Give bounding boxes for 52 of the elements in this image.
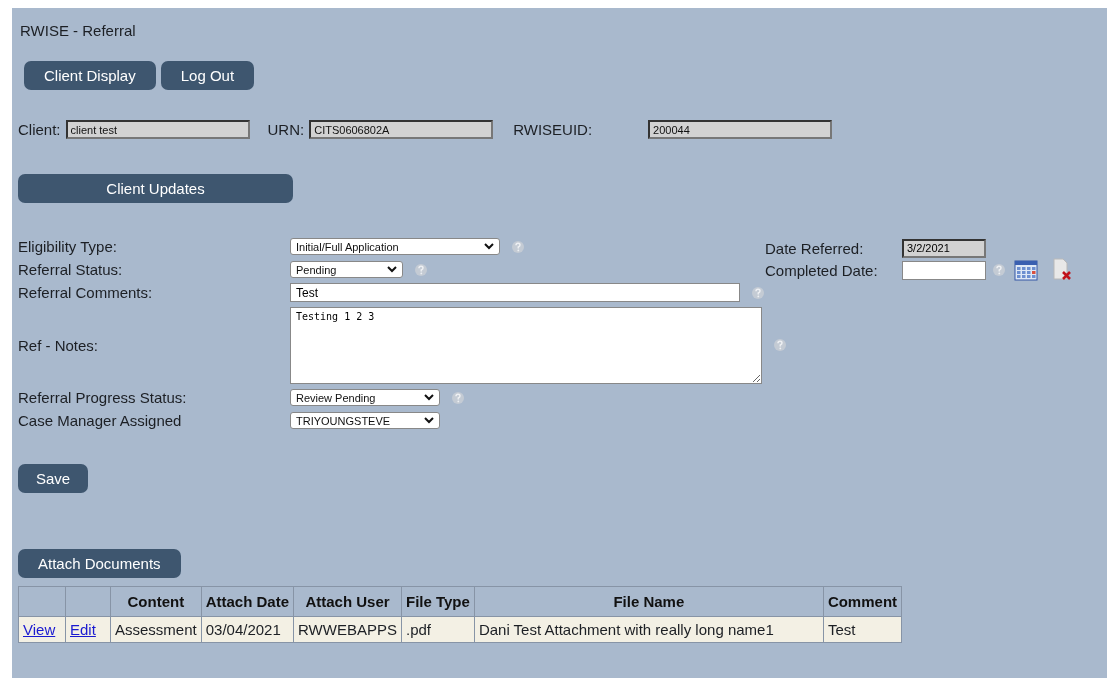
help-icon[interactable] [751, 285, 765, 300]
notes-field[interactable]: Testing 1 2 3 [290, 306, 762, 384]
page-title: RWISE - Referral [20, 22, 137, 39]
date-label: Completed Date: [765, 261, 879, 279]
save-button[interactable]: Save [18, 464, 89, 493]
help-icon[interactable] [511, 239, 525, 254]
readonly-field[interactable]: client test [65, 120, 250, 139]
field-label: URN: [267, 121, 305, 138]
form-label: Referral Status: [18, 261, 124, 278]
form-label: Eligibility Type: [18, 238, 118, 255]
chevron-icon [484, 243, 494, 250]
form-label: Case Manager Assigned [18, 412, 183, 429]
nav-button[interactable]: Client Display [24, 61, 156, 90]
table-cell: Test [823, 616, 902, 643]
help-icon[interactable] [414, 262, 428, 277]
date-field[interactable] [902, 260, 986, 280]
chevron-icon [424, 417, 434, 424]
dropdown[interactable]: Pending [290, 261, 403, 278]
column-header: File Type [401, 586, 475, 617]
help-icon[interactable] [992, 263, 1006, 277]
table-cell: Dani Test Attachment with really long name1 [474, 616, 824, 643]
chevron-icon [424, 394, 434, 401]
column-header: Comment [823, 586, 902, 617]
client-updates-button[interactable]: Client Updates [18, 174, 293, 203]
date-field[interactable]: 3/2/2021 [902, 238, 986, 258]
table-cell: Assessment [110, 616, 202, 643]
form-label: Referral Progress Status: [18, 389, 188, 406]
calendar-icon[interactable] [1014, 259, 1038, 281]
dropdown[interactable]: Review Pending [290, 389, 440, 406]
help-icon[interactable] [451, 390, 465, 405]
help-icon[interactable] [773, 338, 787, 352]
readonly-field[interactable]: 200044 [648, 120, 833, 139]
nav-button[interactable]: Log Out [160, 61, 255, 90]
form-label: Ref - Notes: [18, 336, 100, 354]
column-header: File Name [474, 586, 824, 617]
field-label: RWISEUID: [513, 121, 593, 138]
comments-field[interactable]: Test [290, 283, 740, 302]
dropdown[interactable]: TRIYOUNGSTEVE [290, 412, 440, 429]
form-label: Referral Comments: [18, 284, 154, 301]
attach-documents-button[interactable]: Attach Documents [18, 549, 181, 578]
chevron-icon [387, 266, 397, 273]
table-cell: RWWEBAPPS [293, 616, 402, 643]
table-cell: .pdf [401, 616, 475, 643]
clear-date-icon[interactable] [1052, 258, 1072, 282]
readonly-field[interactable]: CITS0606802A [309, 120, 494, 139]
dropdown[interactable]: Initial/Full Application [290, 238, 500, 255]
table-cell: 03/04/2021 [201, 616, 294, 643]
column-header: Attach Date [201, 586, 294, 617]
column-header: Attach User [293, 586, 402, 617]
date-label: Date Referred: [765, 239, 865, 257]
column-header: Content [110, 586, 202, 617]
field-label: Client: [18, 121, 61, 138]
